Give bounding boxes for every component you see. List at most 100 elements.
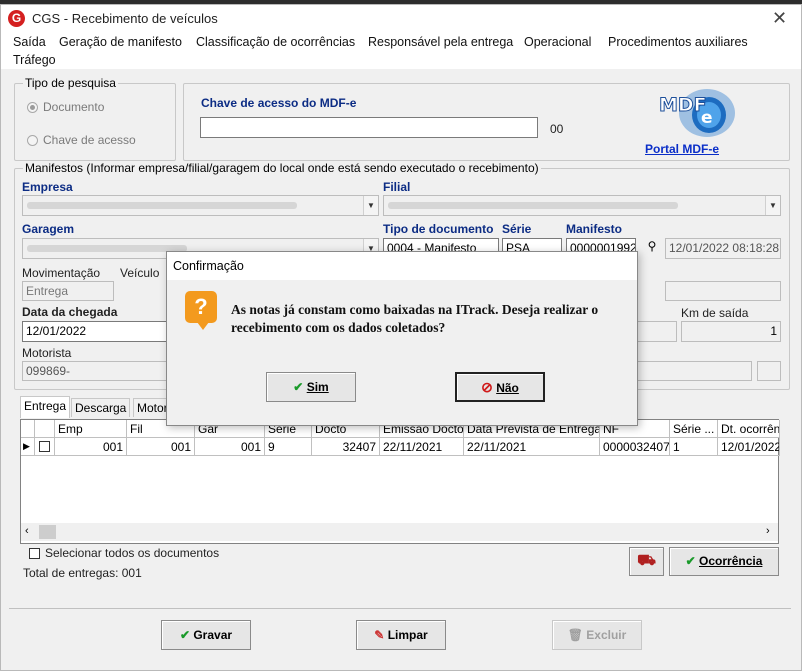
limpar-button[interactable]: ✎ Limpar xyxy=(356,620,446,650)
table-row-dt-ocorrencia[interactable]: 12/01/2022 xyxy=(718,438,780,456)
table-row-gar[interactable]: 001 xyxy=(195,438,265,456)
total-entregas: Total de entregas: 001 xyxy=(23,566,142,580)
window-title: CGS - Recebimento de veículos xyxy=(32,11,218,26)
menu-bar: Saída Geração de manifesto Classificação… xyxy=(1,31,801,69)
question-icon-tail xyxy=(197,322,209,330)
radio-chave-acesso-label: Chave de acesso xyxy=(43,133,136,147)
menu-geracao-manifesto[interactable]: Geração de manifesto xyxy=(59,35,182,49)
excluir-label: Excluir xyxy=(586,628,627,642)
veiculo-extra-field xyxy=(665,281,781,301)
excluir-button: 🗑 Excluir xyxy=(552,620,642,650)
dialog-title: Confirmação xyxy=(173,259,244,273)
access-key-label: Chave de acesso do MDF-e xyxy=(201,96,357,110)
dialog-message: As notas já constam como baixadas na ITr… xyxy=(231,302,599,335)
km-saida-label: Km de saída xyxy=(681,306,749,320)
menu-trafego[interactable]: Tráfego xyxy=(13,53,56,67)
grid-header-serie-nf[interactable]: Série ... xyxy=(670,420,718,438)
radio-chave-acesso[interactable] xyxy=(27,135,38,146)
table-row-data-prevista[interactable]: 22/11/2021 xyxy=(464,438,600,456)
search-type-group: Tipo de pesquisa Documento Chave de aces… xyxy=(14,76,176,161)
ocorrencia-button[interactable]: ✔ Ocorrência xyxy=(669,547,779,576)
movimentacao-select[interactable]: Entrega xyxy=(22,281,114,301)
grid-header-emp[interactable]: Emp xyxy=(55,420,127,438)
title-bar: G CGS - Recebimento de veículos ✕ xyxy=(1,5,801,31)
no-entry-icon: ⊘ xyxy=(481,379,493,395)
close-icon[interactable]: ✕ xyxy=(772,8,787,29)
row-checkbox[interactable] xyxy=(39,441,50,452)
filial-label: Filial xyxy=(383,180,411,194)
radio-documento[interactable] xyxy=(27,102,38,113)
ocorrencia-label: Ocorrência xyxy=(699,554,763,568)
chevron-down-icon: ▼ xyxy=(765,196,780,215)
access-key-group: Chave de acesso do MDF-e 00 MDF e Portal… xyxy=(183,83,790,161)
table-row-serie-nf[interactable]: 1 xyxy=(670,438,718,456)
app-logo-icon: G xyxy=(8,10,25,27)
grid-horizontal-scrollbar[interactable]: ‹ › xyxy=(21,523,778,541)
scroll-thumb[interactable] xyxy=(39,525,56,539)
grid-check-header xyxy=(35,420,55,438)
empresa-label: Empresa xyxy=(22,180,73,194)
table-row-serie[interactable]: 9 xyxy=(265,438,312,456)
svg-text:MDF: MDF xyxy=(659,94,707,116)
manifests-title: Manifestos (Informar empresa/filial/gara… xyxy=(23,161,541,175)
select-all-checkbox[interactable] xyxy=(29,548,40,559)
serie-label: Série xyxy=(502,222,532,236)
menu-responsavel-entrega[interactable]: Responsável pela entrega xyxy=(368,35,513,49)
trash-icon: 🗑 xyxy=(567,628,583,642)
menu-operacional[interactable]: Operacional xyxy=(524,35,591,49)
binoculars-icon[interactable]: ⚲ xyxy=(642,239,662,258)
table-row-fil[interactable]: 001 xyxy=(127,438,195,456)
gravar-button[interactable]: ✔ Gravar xyxy=(161,620,251,650)
access-key-input[interactable] xyxy=(200,117,538,138)
table-row-emissao[interactable]: 22/11/2021 xyxy=(380,438,464,456)
manifesto-label: Manifesto xyxy=(566,222,623,236)
motorista-label: Motorista xyxy=(22,346,72,360)
table-row-checkbox-cell[interactable] xyxy=(35,438,55,456)
limpar-label: Limpar xyxy=(387,628,428,642)
table-row-docto[interactable]: 32407 xyxy=(312,438,380,456)
check-icon: ✔ xyxy=(179,628,190,642)
question-icon: ? xyxy=(185,291,217,323)
svg-text:e: e xyxy=(701,108,713,128)
motorista-value: 099869- xyxy=(26,364,71,378)
scroll-left-icon[interactable]: ‹ xyxy=(25,525,29,537)
truck-icon: ⛟ xyxy=(637,552,656,569)
confirmation-dialog: Confirmação ? As notas já constam como b… xyxy=(166,251,638,426)
mdfe-logo-icon: MDF e xyxy=(651,87,739,141)
tab-descarga[interactable]: Descarga xyxy=(71,398,131,417)
delivery-truck-button[interactable]: ⛟ xyxy=(629,547,664,576)
gravar-label: Gravar xyxy=(193,628,233,642)
check-icon: ✔ xyxy=(293,380,304,394)
tipo-documento-label: Tipo de documento xyxy=(383,222,494,236)
eraser-icon: ✎ xyxy=(374,628,385,642)
grid-header-dt-ocorrencia[interactable]: Dt. ocorrênc xyxy=(718,420,780,438)
km-saida-input: 1 xyxy=(681,321,781,342)
data-chegada-input[interactable]: 12/01/2022 xyxy=(22,321,167,342)
chevron-down-icon: ▼ xyxy=(363,196,378,215)
table-row-emp[interactable]: 001 xyxy=(55,438,127,456)
nao-label: Não xyxy=(496,381,519,395)
empresa-select[interactable]: ▼ xyxy=(22,195,379,216)
check-icon: ✔ xyxy=(685,554,696,568)
table-row-nf[interactable]: 0000032407 xyxy=(600,438,670,456)
veiculo-label: Veículo xyxy=(120,266,160,280)
filial-select[interactable]: ▼ xyxy=(383,195,781,216)
grid-indicator-header xyxy=(21,420,35,438)
sim-button[interactable]: ✔ Sim xyxy=(266,372,356,402)
tab-entrega[interactable]: Entrega xyxy=(20,396,71,418)
menu-saida[interactable]: Saída xyxy=(13,35,46,49)
select-all-label: Selecionar todos os documentos xyxy=(45,546,220,560)
dialog-title-bar: Confirmação xyxy=(167,252,637,280)
main-window: G CGS - Recebimento de veículos ✕ Saída … xyxy=(0,4,802,671)
manifesto-datetime: 12/01/2022 08:18:28 xyxy=(665,238,781,259)
access-key-suffix: 00 xyxy=(550,122,564,136)
movimentacao-label: Movimentação xyxy=(22,266,101,280)
menu-procedimentos-auxiliares[interactable]: Procedimentos auxiliares xyxy=(608,35,748,49)
menu-classificacao-ocorrencias[interactable]: Classificação de ocorrências xyxy=(196,35,355,49)
row-indicator-icon: ▶ xyxy=(21,438,35,456)
portal-mdfe-link[interactable]: Portal MDF-e xyxy=(645,142,719,156)
nao-button[interactable]: ⊘ Não xyxy=(455,372,545,402)
garagem-label: Garagem xyxy=(22,222,75,236)
sim-label: Sim xyxy=(306,380,329,394)
scroll-right-icon[interactable]: › xyxy=(766,525,770,537)
